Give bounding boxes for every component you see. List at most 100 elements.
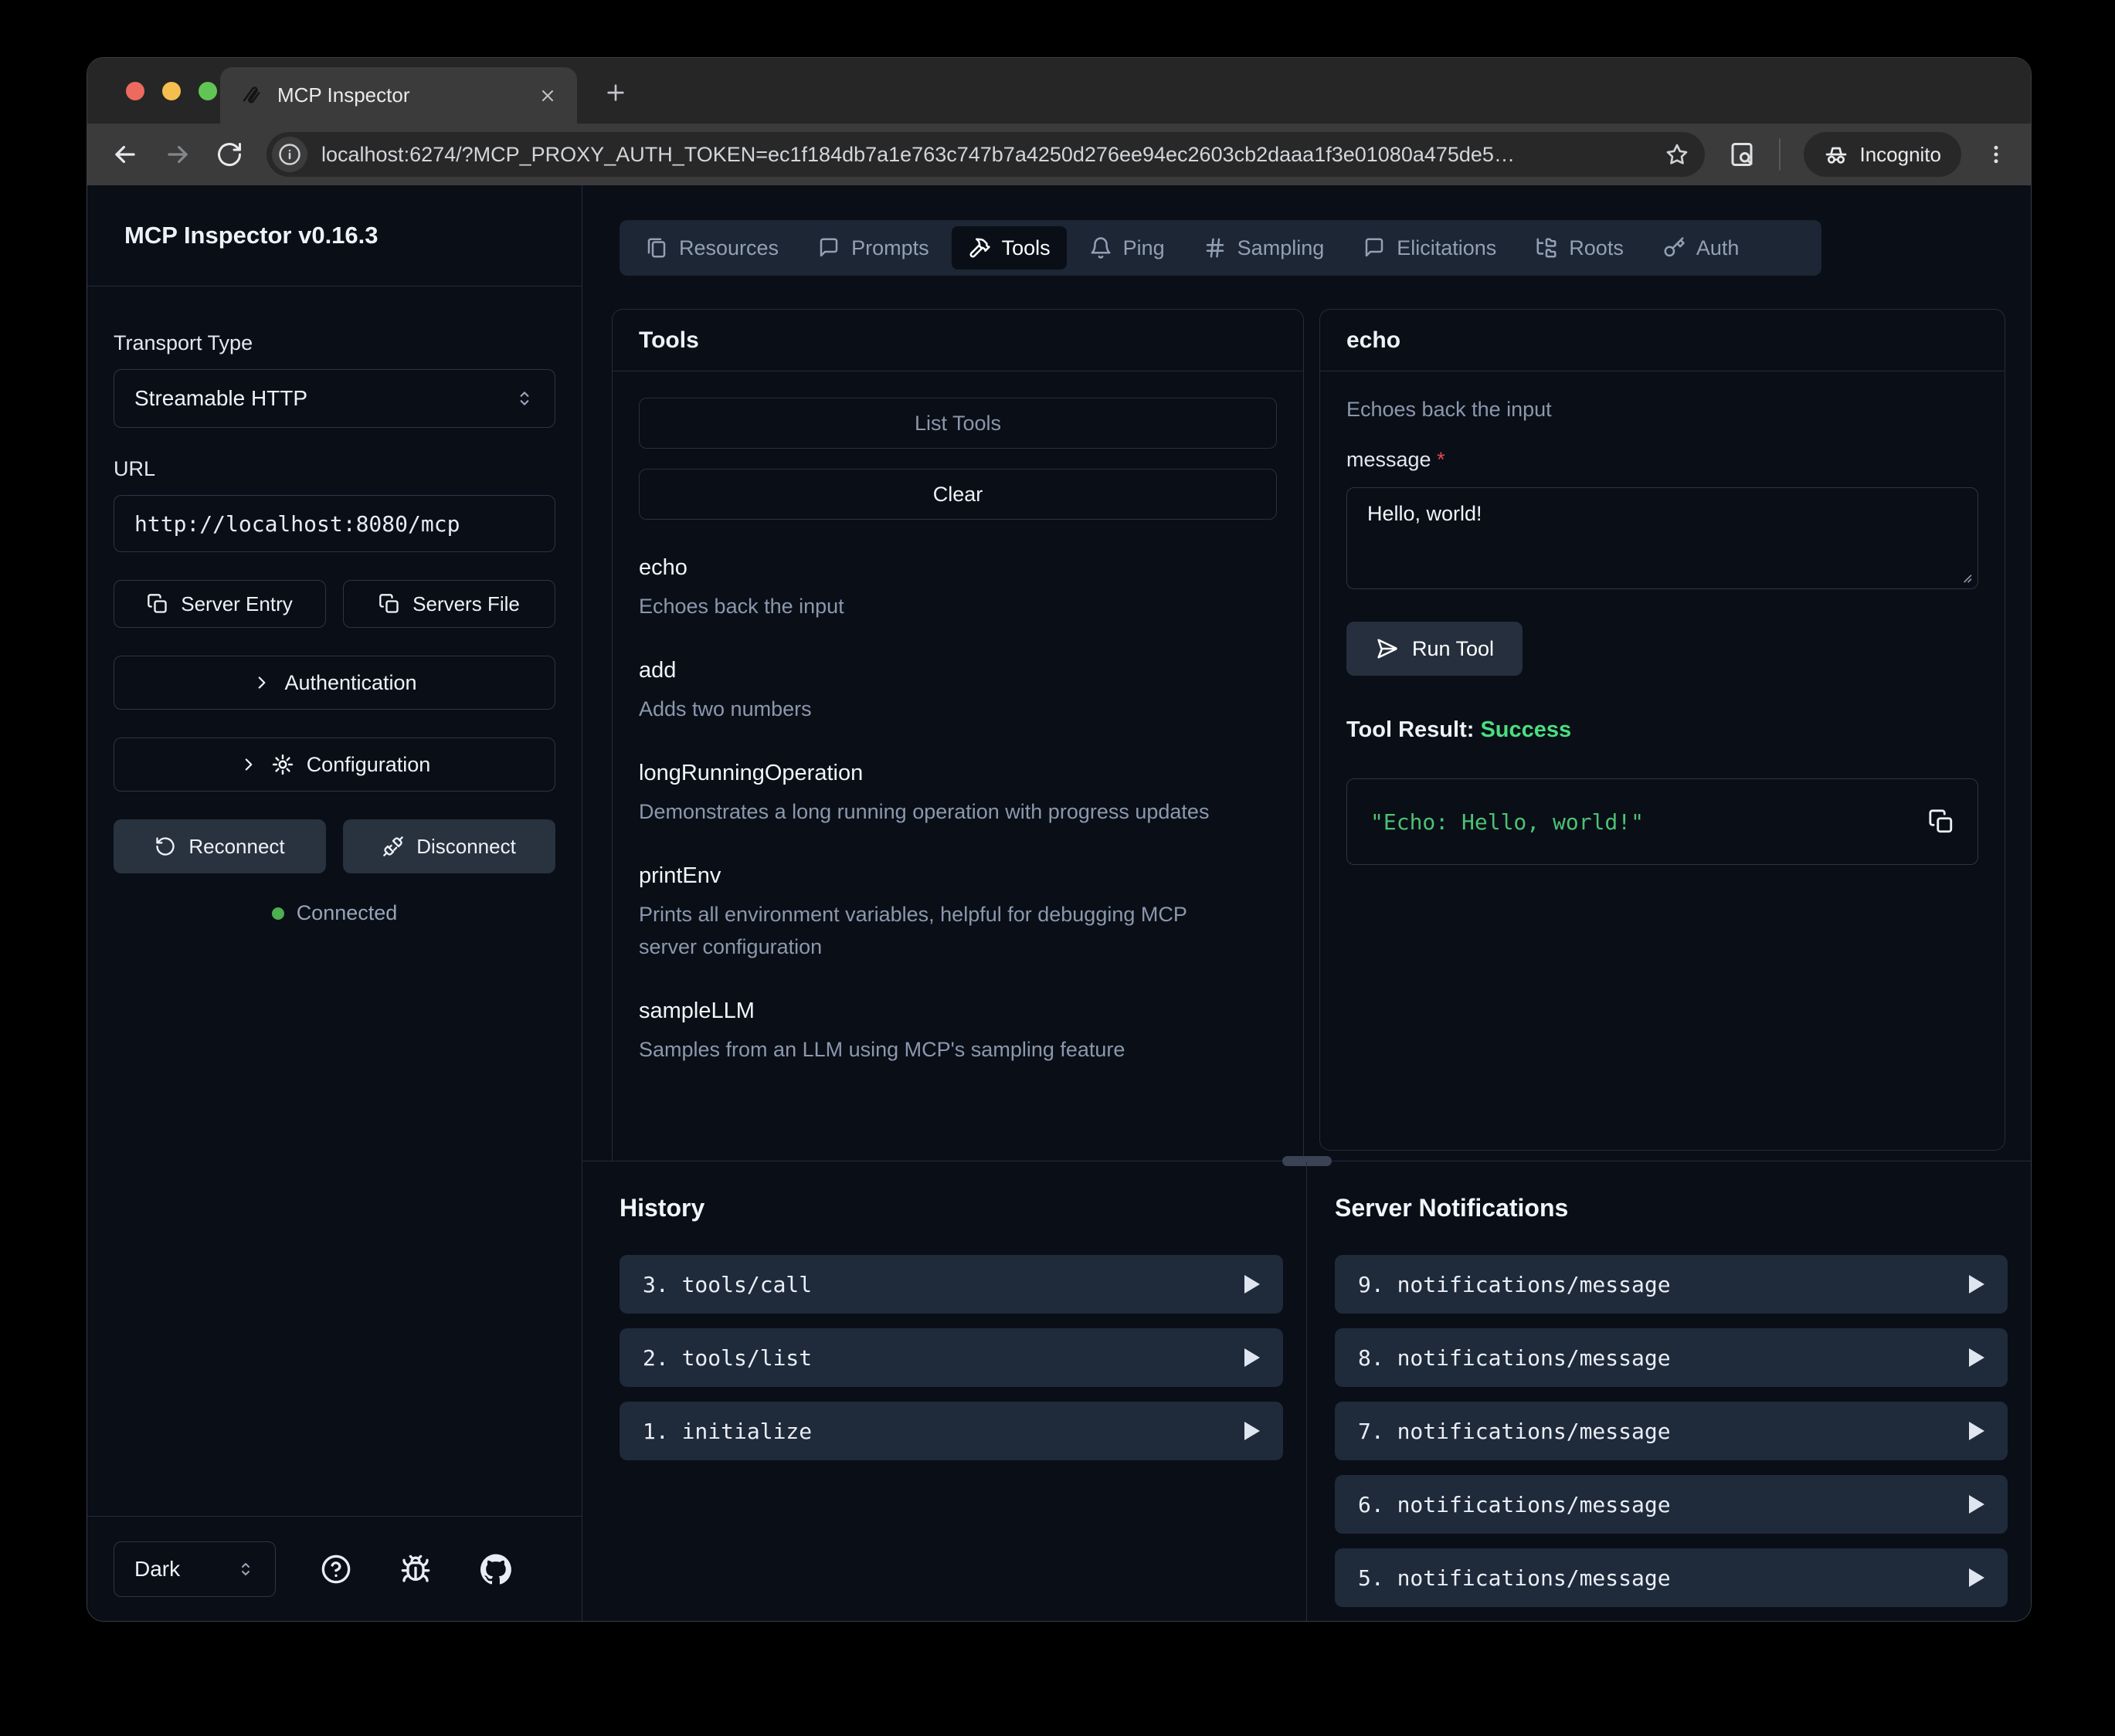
expand-play-icon [1969, 1348, 1984, 1367]
configuration-toggle[interactable]: Configuration [114, 737, 555, 792]
tab-label: Ping [1123, 236, 1165, 260]
disconnect-label: Disconnect [416, 835, 516, 859]
server-url-input[interactable]: http://localhost:8080/mcp [114, 495, 555, 552]
tool-name: add [639, 658, 1277, 683]
url-label: URL [114, 457, 555, 481]
servers-file-button[interactable]: Servers File [343, 580, 555, 628]
close-window-button[interactable] [126, 82, 144, 100]
tool-detail-description: Echoes back the input [1346, 398, 1978, 422]
tab-label: Elicitations [1397, 236, 1496, 260]
bug-icon[interactable] [396, 1549, 436, 1589]
tool-description: Echoes back the input [639, 590, 1226, 622]
resize-handle[interactable] [1957, 568, 1973, 584]
tab-label: Roots [1569, 236, 1624, 260]
url-text: localhost:6274/?MCP_PROXY_AUTH_TOKEN=ec1… [321, 143, 1651, 167]
search-tabs-icon[interactable] [1728, 141, 1756, 168]
chevron-right-icon [252, 673, 272, 693]
expand-play-icon [1244, 1348, 1260, 1367]
clear-tools-button[interactable]: Clear [639, 469, 1277, 520]
tab-auth[interactable]: Auth [1646, 226, 1756, 270]
key-icon [1662, 236, 1686, 259]
tool-list-item[interactable]: printEnv Prints all environment variable… [639, 863, 1277, 963]
transport-type-label: Transport Type [114, 331, 555, 355]
forward-button[interactable] [163, 140, 192, 169]
tab-elicitations[interactable]: Elicitations [1346, 226, 1512, 270]
url-bar[interactable]: localhost:6274/?MCP_PROXY_AUTH_TOKEN=ec1… [266, 132, 1705, 177]
run-tool-button[interactable]: Run Tool [1346, 622, 1523, 676]
history-row[interactable]: 2. tools/list [620, 1328, 1283, 1387]
server-entry-button[interactable]: Server Entry [114, 580, 326, 628]
sidebar-footer: Dark [87, 1516, 582, 1621]
tool-result-value: "Echo: Hello, world!" [1370, 809, 1928, 835]
message-textarea[interactable]: Hello, world! [1346, 487, 1978, 589]
history-row[interactable]: 1. initialize [620, 1402, 1283, 1460]
tool-list-item[interactable]: add Adds two numbers [639, 658, 1277, 725]
notification-row-label: 8. notifications/message [1358, 1345, 1671, 1371]
notification-row-label: 5. notifications/message [1358, 1565, 1671, 1591]
copy-result-button[interactable] [1928, 809, 1954, 835]
tab-ping[interactable]: Ping [1073, 226, 1181, 270]
tool-name: printEnv [639, 863, 1277, 889]
help-icon[interactable] [316, 1549, 356, 1589]
notification-row[interactable]: 6. notifications/message [1335, 1475, 2008, 1534]
notification-row[interactable]: 9. notifications/message [1335, 1255, 2008, 1314]
github-icon[interactable] [476, 1549, 516, 1589]
browser-window: MCP Inspector localhost:6274/?MCP_PROXY_… [87, 57, 2032, 1622]
reconnect-label: Reconnect [188, 835, 284, 859]
history-pane: History 3. tools/call 2. tools/list 1. i… [582, 1161, 1307, 1621]
tool-list-item[interactable]: echo Echoes back the input [639, 555, 1277, 622]
tool-list-item[interactable]: longRunningOperation Demonstrates a long… [639, 761, 1277, 828]
notification-row[interactable]: 5. notifications/message [1335, 1548, 2008, 1607]
disconnect-button[interactable]: Disconnect [343, 819, 555, 873]
tab-label: Tools [1002, 236, 1051, 260]
history-title: History [620, 1194, 1283, 1222]
transport-type-select[interactable]: Streamable HTTP [114, 369, 555, 428]
browser-toolbar: localhost:6274/?MCP_PROXY_AUTH_TOKEN=ec1… [87, 124, 2031, 185]
notification-row[interactable]: 8. notifications/message [1335, 1328, 2008, 1387]
tab-sampling[interactable]: Sampling [1187, 226, 1341, 270]
tool-list-item[interactable]: sampleLLM Samples from an LLM using MCP'… [639, 999, 1277, 1066]
tool-result-label: Tool Result: [1346, 717, 1474, 742]
tab-close-icon[interactable] [538, 86, 557, 105]
tool-description: Demonstrates a long running operation wi… [639, 795, 1226, 828]
tools-panel: Tools List Tools Clear echo Echoes back … [612, 309, 1304, 1161]
chevrons-up-down-icon [514, 388, 535, 409]
history-row-label: 1. initialize [643, 1419, 812, 1444]
history-row[interactable]: 3. tools/call [620, 1255, 1283, 1314]
notification-row-label: 6. notifications/message [1358, 1492, 1671, 1517]
incognito-badge: Incognito [1804, 132, 1961, 177]
hash-icon [1203, 236, 1227, 259]
message-value: Hello, world! [1367, 502, 1482, 525]
list-tools-button[interactable]: List Tools [639, 398, 1277, 449]
browser-tab[interactable]: MCP Inspector [220, 67, 577, 124]
folder-tree-icon [1535, 236, 1558, 259]
theme-select[interactable]: Dark [114, 1541, 276, 1597]
tab-roots[interactable]: Roots [1519, 226, 1640, 270]
window-controls [126, 82, 217, 100]
reload-button[interactable] [216, 141, 243, 168]
site-info-icon[interactable] [272, 137, 307, 172]
tool-detail-panel: echo Echoes back the input message * Hel… [1319, 309, 2005, 1151]
reconnect-button[interactable]: Reconnect [114, 819, 326, 873]
authentication-toggle[interactable]: Authentication [114, 656, 555, 710]
feature-tabs: Resources Prompts Tools Ping Sampling [620, 220, 1821, 276]
chevron-right-icon [239, 754, 259, 775]
tool-name: longRunningOperation [639, 761, 1277, 786]
tab-tools[interactable]: Tools [952, 226, 1067, 270]
notification-row-label: 7. notifications/message [1358, 1419, 1671, 1444]
minimize-window-button[interactable] [162, 82, 181, 100]
bookmark-star-icon[interactable] [1665, 142, 1689, 167]
notification-row[interactable]: 7. notifications/message [1335, 1402, 2008, 1460]
servers-file-label: Servers File [412, 592, 520, 616]
browser-tab-strip: MCP Inspector [87, 58, 2031, 124]
new-tab-button[interactable] [597, 74, 634, 111]
tab-resources[interactable]: Resources [629, 226, 795, 270]
maximize-window-button[interactable] [199, 82, 217, 100]
tab-prompts[interactable]: Prompts [801, 226, 945, 270]
server-url-value: http://localhost:8080/mcp [134, 511, 460, 537]
bottom-section: History 3. tools/call 2. tools/list 1. i… [582, 1161, 2031, 1621]
tool-result-box: "Echo: Hello, world!" [1346, 778, 1978, 865]
tab-label: Auth [1696, 236, 1740, 260]
back-button[interactable] [110, 140, 140, 169]
browser-menu-icon[interactable] [1984, 143, 2008, 166]
